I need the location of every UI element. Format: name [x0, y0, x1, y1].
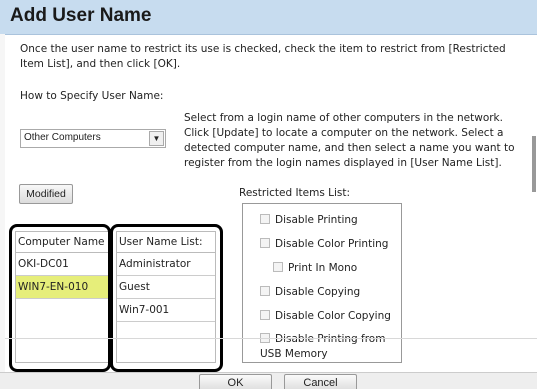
scrollbar-thumb[interactable] — [532, 136, 536, 192]
specify-method-value: Other Computers — [24, 132, 101, 143]
restricted-items-label: Restricted Items List: — [239, 187, 351, 199]
dropdown-arrow-icon[interactable]: ▼ — [149, 131, 164, 146]
dialog-title-bar: Add User Name — [0, 0, 537, 35]
checkbox-icon[interactable] — [260, 310, 270, 320]
computer-list-header: Computer Name List — [16, 232, 109, 253]
checkbox-icon[interactable] — [260, 214, 270, 224]
ok-button[interactable]: OK — [199, 374, 272, 389]
checkbox-icon[interactable] — [260, 286, 270, 296]
restricted-item-disable-color-printing[interactable]: Disable Color Printing — [260, 238, 388, 250]
cancel-button[interactable]: Cancel — [284, 374, 357, 389]
method-description: Select from a login name of other comput… — [184, 112, 515, 169]
list-item[interactable]: Win7-001 — [117, 299, 215, 322]
restricted-items-list: Disable Printing Disable Color Printing … — [242, 203, 402, 363]
dialog-left-edge — [0, 34, 5, 372]
list-item[interactable]: OKI-DC01 — [16, 253, 109, 276]
restricted-item-disable-copying[interactable]: Disable Copying — [260, 286, 360, 298]
restricted-item-disable-printing[interactable]: Disable Printing — [260, 214, 358, 226]
computer-name-list: Computer Name List OKI-DC01 WIN7-EN-010 — [15, 231, 110, 363]
dialog-title: Add User Name — [10, 5, 152, 26]
list-item-selected[interactable]: WIN7-EN-010 — [16, 276, 109, 299]
instruction-text: Once the user name to restrict its use i… — [20, 43, 506, 70]
list-item[interactable]: Guest — [117, 276, 215, 299]
modified-button[interactable]: Modified — [19, 184, 73, 204]
list-item[interactable]: Administrator — [117, 253, 215, 276]
specify-method-select[interactable]: Other Computers ▼ — [20, 129, 166, 148]
restricted-item-disable-color-copying[interactable]: Disable Color Copying — [260, 310, 391, 322]
how-to-specify-label: How to Specify User Name: — [20, 90, 164, 102]
checkbox-icon[interactable] — [260, 238, 270, 248]
user-name-list: User Name List: Administrator Guest Win7… — [116, 231, 216, 363]
restricted-item-print-in-mono[interactable]: Print In Mono — [273, 262, 357, 274]
user-list-header: User Name List: — [117, 232, 215, 253]
checkbox-icon[interactable] — [273, 262, 283, 272]
divider — [5, 338, 537, 339]
restricted-item-disable-printing-usb[interactable]: Disable Printing from USB Memory — [260, 332, 400, 362]
